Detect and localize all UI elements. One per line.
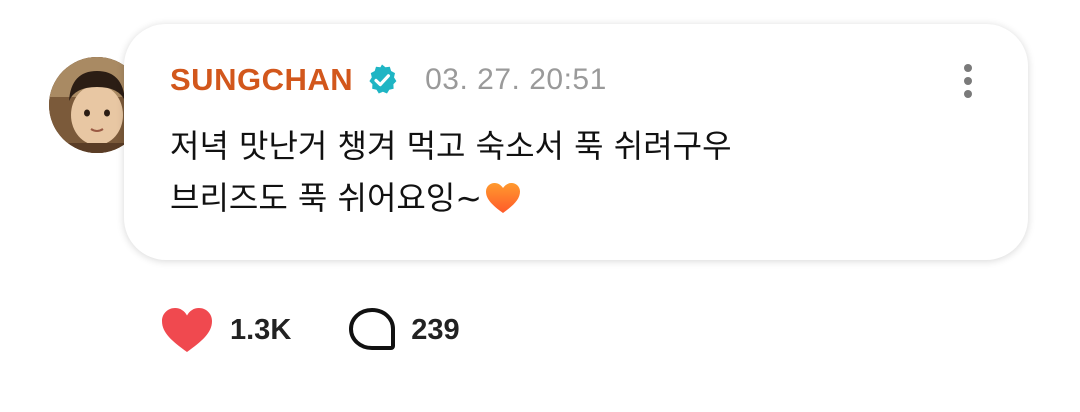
more-vertical-icon [964,64,972,72]
post-timestamp: 03. 27. 20:51 [425,63,607,96]
post-message: 저녁 맛난거 챙겨 먹고 숙소서 푹 쉬려구우 브리즈도 푹 쉬어요잉~ [170,120,990,224]
orange-heart-icon [484,178,522,213]
message-line: 저녁 맛난거 챙겨 먹고 숙소서 푹 쉬려구우 [170,127,732,165]
verified-badge-icon [365,63,399,97]
like-button[interactable]: 1.3K [160,306,291,354]
post-actions: 1.3K 239 [160,304,460,356]
more-options-button[interactable] [958,64,978,104]
post-bubble: SUNGCHAN 03. 27. 20:51 저녁 맛난거 챙겨 먹고 숙소서 … [124,24,1028,260]
comment-button[interactable]: 239 [347,306,460,354]
message-line-with-emoji: 브리즈도 푹 쉬어요잉~ [170,172,990,224]
like-count: 1.3K [230,313,292,346]
fan-post-screen: SUNGCHAN 03. 27. 20:51 저녁 맛난거 챙겨 먹고 숙소서 … [0,0,1080,412]
heart-icon [160,306,214,354]
message-line: 브리즈도 푹 쉬어요잉~ [170,179,483,217]
author-name[interactable]: SUNGCHAN [170,62,353,98]
post-header: SUNGCHAN 03. 27. 20:51 [170,58,607,102]
comment-count: 239 [411,313,460,346]
comment-bubble-icon [347,306,397,354]
